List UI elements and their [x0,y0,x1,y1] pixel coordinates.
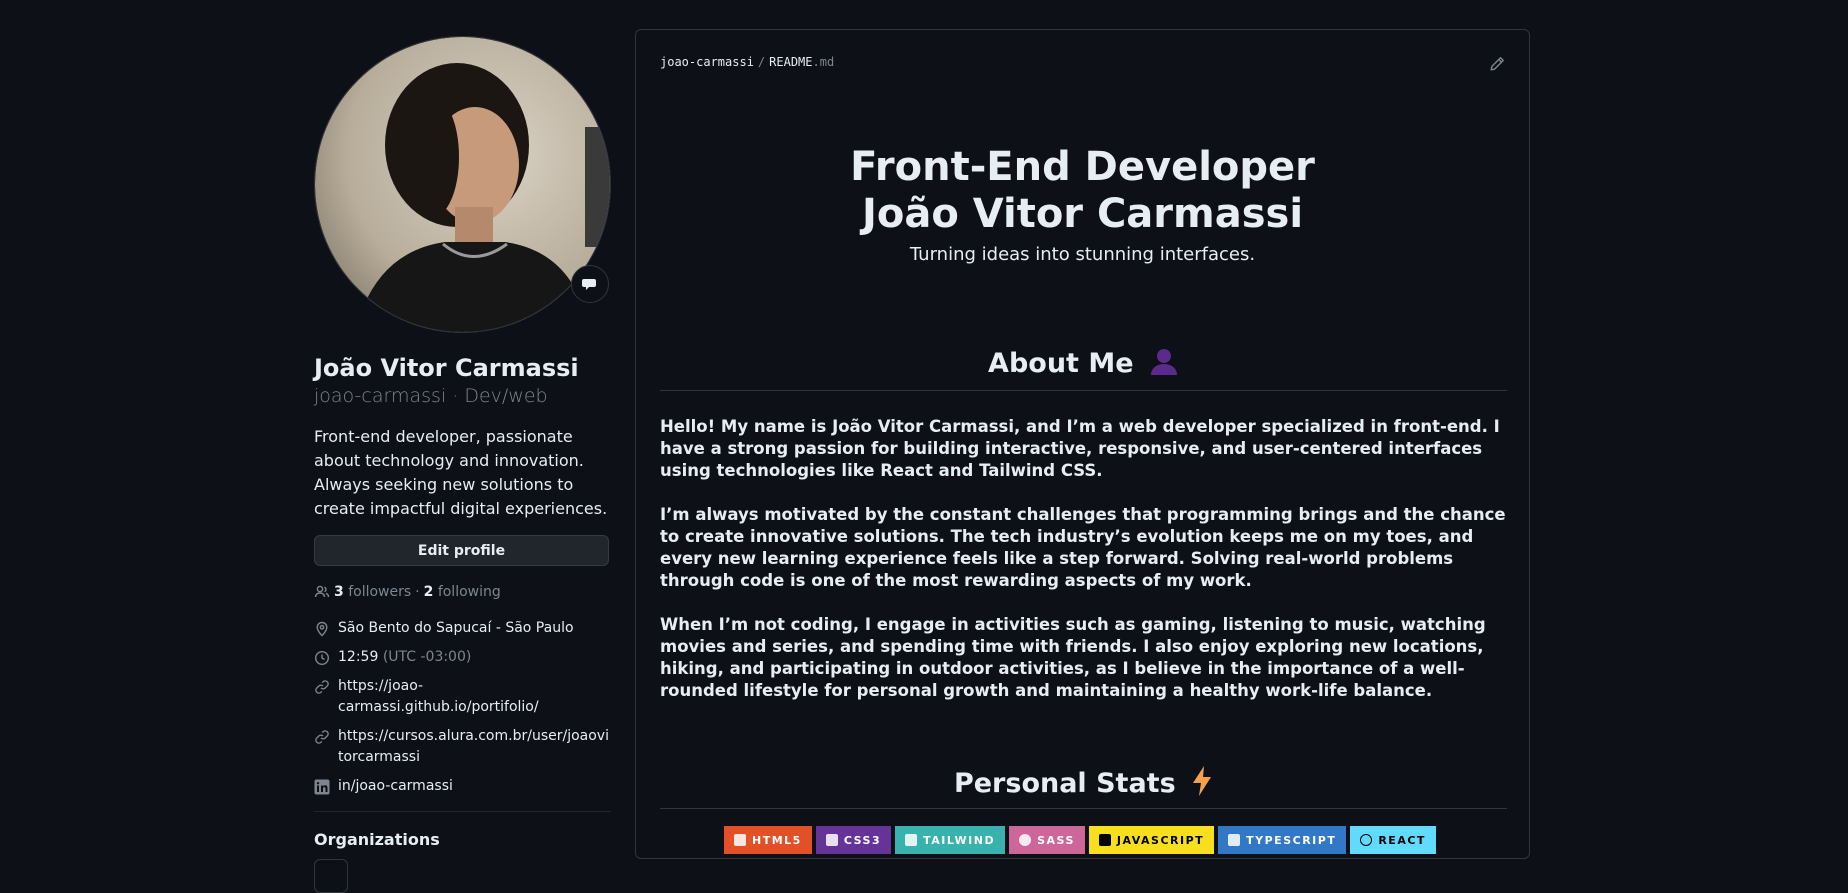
tech-badges: HTML5 CSS3 TAILWIND SASS JAVASCRIPT TYPE… [724,826,1436,854]
readme-file-name: README [769,55,813,69]
badge-tailwind[interactable]: TAILWIND [895,826,1006,854]
organization-avatar[interactable] [314,859,348,893]
website-row: https://joao-carmassi.github.io/portifol… [314,676,611,718]
location-text: São Bento do Sapucaí - São Paulo [338,620,574,636]
about-paragraph-2: I’m always motivated by the constant cha… [660,505,1506,590]
avatar-container [314,36,611,333]
javascript-icon [1098,834,1111,846]
profile-bio: Front-end developer, passionate about te… [314,427,608,518]
smiley-status-icon [582,279,596,290]
hero-title-line1: Front-End Developer [850,144,1315,190]
follow-separator: · [415,584,420,600]
profile-pronouns: Dev/web [464,385,548,407]
link-icon [315,729,329,744]
badge-label: REACT [1378,833,1426,847]
linkedin-row: in/joao-carmassi [314,776,611,797]
location-icon [316,621,328,636]
sidebar-divider [314,811,611,812]
tailwind-icon [905,834,918,846]
badge-label: TYPESCRIPT [1246,833,1337,847]
badge-javascript[interactable]: JAVASCRIPT [1088,826,1215,854]
html5-icon [734,834,746,846]
profile-fullname: João Vitor Carmassi [314,354,579,382]
timezone: (UTC -03:00) [382,649,472,665]
about-divider [660,390,1507,391]
badge-sass[interactable]: SASS [1009,826,1085,854]
readme-hero: Front-End Developer João Vitor Carmassi … [636,144,1529,265]
edit-profile-button[interactable]: Edit profile [314,535,609,566]
linkedin-icon [314,779,330,794]
followers-label: followers [348,584,412,600]
following-label: following [437,584,501,600]
readme-card: joao-carmassi / README.md Front-End Develo… [635,29,1530,859]
localtime-row: 12:59 (UTC -03:00) [314,647,611,668]
about-content: Hello! My name is João Vitor Carmassi, a… [660,416,1508,724]
social-link-row: https://cursos.alura.com.br/user/joaovit… [314,726,611,768]
about-heading: About Me [660,347,1507,379]
profile-sidebar: João Vitor Carmassi joao-carmassi · Dev/… [314,36,611,893]
hero-tagline: Turning ideas into stunning interfaces. [909,244,1256,265]
badge-label: TAILWIND [923,833,996,847]
stats-divider [660,808,1507,809]
badge-label: CSS3 [843,833,882,847]
badge-css3[interactable]: CSS3 [815,826,892,854]
about-paragraph-3: When I’m not coding, I engage in activit… [660,615,1486,700]
readme-owner-link[interactable]: joao-carmassi [660,55,754,69]
people-icon [314,585,330,598]
hero-title: Front-End Developer João Vitor Carmassi [636,144,1529,238]
follow-stats: 3 followers · 2 following [314,584,611,600]
followers-link[interactable]: 3 followers [334,584,411,600]
css3-icon [825,834,838,846]
bust-icon [1150,349,1177,375]
stats-heading-text: Personal Stats [953,768,1176,799]
path-separator: / [757,55,766,69]
avatar[interactable] [314,36,611,333]
badge-react[interactable]: REACT [1350,826,1436,854]
profile-login-line: joao-carmassi · Dev/web [314,383,611,409]
badge-html5[interactable]: HTML5 [724,826,812,854]
badge-label: SASS [1037,833,1075,847]
stats-heading: Personal Stats [660,766,1507,799]
vcard-details: São Bento do Sapucaí - São Paulo 12:59 (… [314,618,611,797]
followers-count: 3 [334,584,344,600]
badge-label: HTML5 [752,833,802,847]
linkedin-link[interactable]: in/joao-carmassi [338,776,453,797]
react-icon [1360,834,1373,846]
following-link[interactable]: 2 following [424,584,501,600]
about-heading-text: About Me [988,348,1134,379]
badge-label: JAVASCRIPT [1116,833,1205,847]
location-row: São Bento do Sapucaí - São Paulo [314,618,611,639]
local-time: 12:59 [338,649,379,665]
badge-typescript[interactable]: TYPESCRIPT [1218,826,1347,854]
clock-icon [314,650,330,665]
readme-path: joao-carmassi / README.md [660,55,834,69]
lightning-icon [1193,766,1212,796]
sass-icon [1019,834,1032,846]
typescript-icon [1228,834,1241,846]
set-status-button[interactable] [571,265,609,303]
website-link[interactable]: https://joao-carmassi.github.io/portifol… [338,676,611,718]
pronoun-separator: · [452,385,459,407]
profile-login: joao-carmassi [314,385,447,407]
following-count: 2 [423,584,434,600]
link-icon [315,679,329,694]
hero-title-line2: João Vitor Carmassi [861,191,1304,237]
pencil-icon[interactable] [1489,56,1505,72]
readme-file-ext: .md [812,55,835,69]
organizations-heading: Organizations [314,830,440,849]
alura-link[interactable]: https://cursos.alura.com.br/user/joaovit… [338,726,611,768]
about-paragraph-1: Hello! My name is João Vitor Carmassi, a… [660,417,1500,480]
